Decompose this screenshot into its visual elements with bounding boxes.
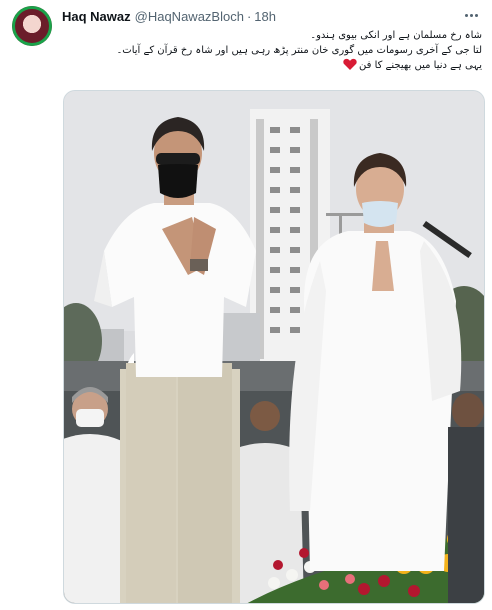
tweet-photo[interactable] [63,90,485,604]
tweet[interactable]: Haq Nawaz @HaqNawazBloch · 18h شاہ رخ مس… [0,0,492,610]
tweet-line-3: یہی ہے دنیا میں بھیجنے کا فن [62,58,482,73]
tweet-header: Haq Nawaz @HaqNawazBloch · 18h [62,6,276,26]
separator-dot: · [246,8,252,24]
tweet-line-1: شاہ رخ مسلمان ہے اور انکی بیوی ہندو۔ [310,30,482,41]
more-horizontal-icon[interactable] [460,6,482,24]
display-name[interactable]: Haq Nawaz [62,9,131,24]
avatar[interactable] [12,6,52,46]
red-heart-icon [343,58,357,70]
avatar-ring [12,6,52,46]
tweet-line-2: لتا جی کے آخری رسومات میں گوری خان منتر … [116,45,482,56]
photo-scene [64,91,484,603]
user-handle[interactable]: @HaqNawazBloch [135,9,244,24]
tweet-line-3-text: یہی ہے دنیا میں بھیجنے کا فن [359,60,482,71]
timestamp[interactable]: 18h [254,9,276,24]
tweet-text: شاہ رخ مسلمان ہے اور انکی بیوی ہندو۔ لتا… [62,28,482,73]
